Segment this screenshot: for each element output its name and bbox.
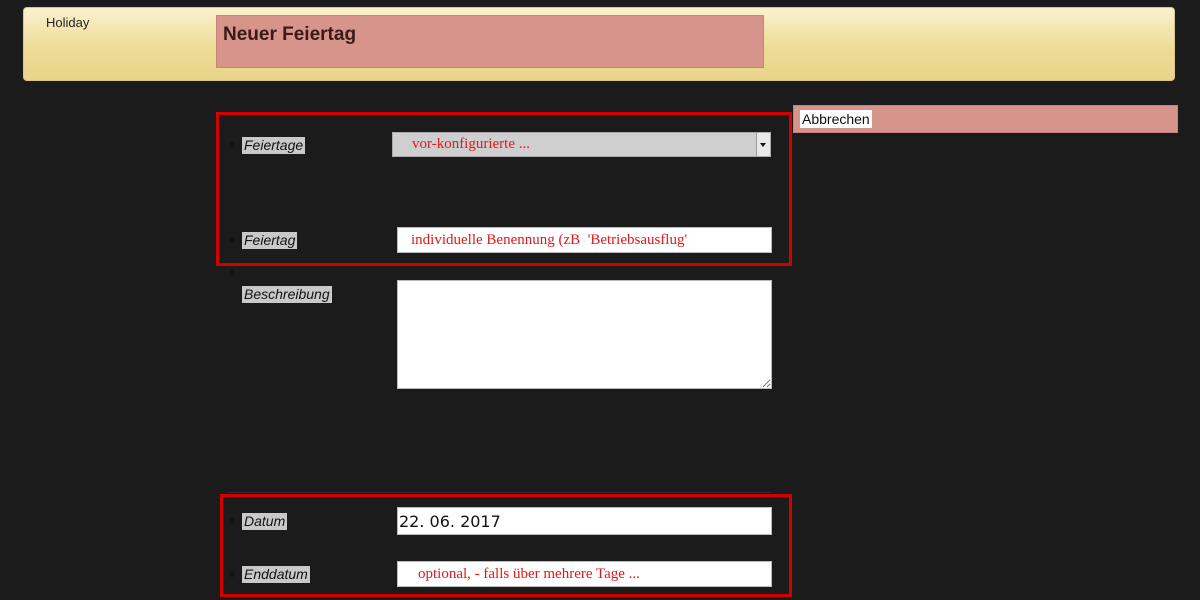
cancel-button[interactable]: Abbrechen bbox=[793, 105, 1178, 133]
header-bar: Holiday Neuer Feiertag bbox=[23, 7, 1175, 81]
date-label: Datum bbox=[242, 513, 288, 530]
list-bullet bbox=[229, 518, 235, 524]
end-date-label: Enddatum bbox=[242, 566, 310, 583]
holidays-label: Feiertage bbox=[242, 137, 306, 154]
holiday-label: Feiertag bbox=[242, 232, 298, 249]
holidays-select-value: vor-konfigurierte ... bbox=[412, 136, 530, 152]
list-bullet bbox=[229, 270, 235, 276]
date-input[interactable] bbox=[397, 507, 772, 535]
list-bullet bbox=[229, 571, 235, 577]
app-name: Holiday bbox=[46, 15, 90, 30]
chevron-down-icon[interactable] bbox=[756, 133, 770, 156]
holiday-name-input[interactable] bbox=[397, 227, 772, 253]
end-date-input[interactable] bbox=[397, 561, 772, 587]
holidays-select[interactable]: vor-konfigurierte ... bbox=[392, 132, 771, 157]
page-title: Neuer Feiertag bbox=[223, 24, 357, 45]
section-divider bbox=[228, 492, 771, 493]
cancel-button-label: Abbrechen bbox=[800, 110, 872, 128]
description-label: Beschreibung bbox=[242, 286, 332, 303]
page-title-box: Neuer Feiertag bbox=[216, 15, 764, 68]
list-bullet bbox=[229, 237, 235, 243]
description-textarea[interactable] bbox=[397, 280, 772, 389]
list-bullet bbox=[229, 142, 235, 148]
